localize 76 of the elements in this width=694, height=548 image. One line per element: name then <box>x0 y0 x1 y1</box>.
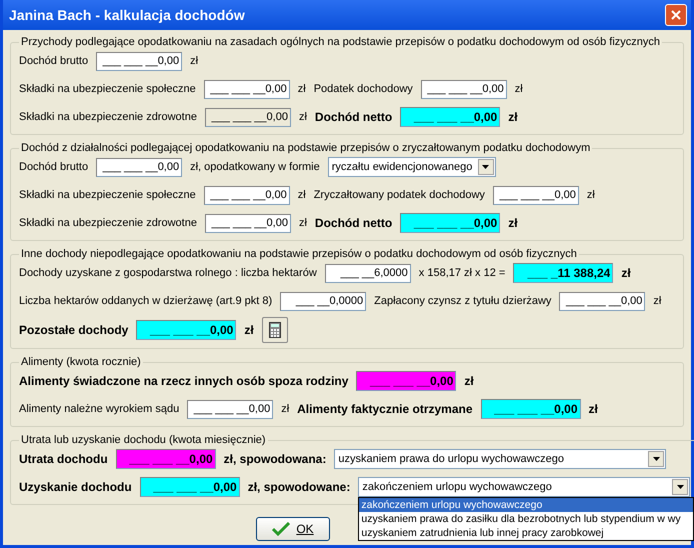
amount-field[interactable]: ___ ___ __0,00 <box>136 320 236 340</box>
field-label: Alimenty faktycznie otrzymane <box>297 402 473 416</box>
amount-field[interactable]: ___ ___ __0,00 <box>204 214 291 232</box>
amount-field[interactable]: ___ ___ __0,00 <box>140 477 240 497</box>
ok-button[interactable]: OK <box>256 517 330 541</box>
field-label: Alimenty należne wyrokiem sądu <box>19 403 180 415</box>
field-label: Utrata dochodu <box>19 452 108 466</box>
field-label: zł <box>298 83 306 95</box>
field-label: zł <box>244 323 254 337</box>
close-button[interactable] <box>665 4 687 26</box>
field-label: Dochody uzyskane z gospodarstwa rolnego : liczba hektarów <box>19 267 317 279</box>
field-label: Uzyskanie dochodu <box>19 480 132 494</box>
field-label: zł <box>190 55 198 67</box>
group-title: Alimenty (kwota rocznie) <box>20 356 142 368</box>
amount-field[interactable]: ___ ___ __0,00 <box>96 158 182 176</box>
dropdown-option[interactable]: zakończeniem urlopu wychowawczego <box>359 498 694 512</box>
group-title: Dochód z działalności podlegającej opodatkowaniu na podstawie przepisów o zryczałtowanym podatku dochodowym <box>20 142 592 154</box>
field-label: Zryczałtowany podatek dochodowy <box>314 189 485 201</box>
field-label: Alimenty świadczone na rzecz innych osób spoza rodziny <box>19 374 348 388</box>
field-label: zł <box>298 189 306 201</box>
caret-icon <box>652 457 660 461</box>
field-label: zł <box>281 403 290 415</box>
dropdown[interactable]: ryczałtu ewidencjonowanego <box>328 157 496 177</box>
group-title: Przychody podlegające opodatkowaniu na zasadach ogólnych na podstawie przepisów o podatku dochodowym od osób fizycznych <box>20 36 662 48</box>
field-label: Dochód brutto <box>19 161 88 173</box>
amount-field[interactable]: ___ __0,0000 <box>280 292 366 310</box>
amount-field[interactable]: ___ ___ __0,00 <box>480 399 581 419</box>
field-label: zł, spowodowane: <box>248 480 350 494</box>
close-icon <box>671 10 681 20</box>
field-label: zł, spowodowana: <box>224 452 326 466</box>
field-label: Dochód netto <box>314 216 392 230</box>
field-label: zł <box>298 217 307 229</box>
amount-field[interactable]: ___ ___ __0,00 <box>420 80 507 98</box>
field-label: Zapłacony czynsz z tytułu dzierżawy <box>374 295 552 307</box>
amount-field[interactable]: ___ ___ __0,00 <box>187 400 274 418</box>
field-label: Dochód netto <box>314 110 392 124</box>
field-label: zł <box>514 83 523 95</box>
field-label: zł <box>464 374 474 388</box>
field-label: Dochód brutto <box>19 55 88 67</box>
calculator-button[interactable] <box>262 317 288 343</box>
field-label: Pozostałe dochody <box>19 323 128 337</box>
field-label: zł <box>298 111 307 123</box>
amount-field[interactable]: ___ ___ __0,00 <box>116 449 216 469</box>
field-label: zł <box>588 402 598 416</box>
amount-field[interactable]: ___ ___ __0,00 <box>400 107 500 127</box>
amount-field[interactable]: ___ ___ __0,00 <box>492 186 579 204</box>
caret-icon <box>482 165 490 169</box>
field-label: x 158,17 zł x 12 = <box>418 267 506 279</box>
checkmark-icon <box>272 522 290 536</box>
dropdown[interactable]: uzyskaniem prawa do urlopu wychowawczego <box>334 449 666 469</box>
window-title: Janina Bach - kalkulacja dochodów <box>9 7 245 23</box>
field-label: Składki na ubezpieczenie społeczne <box>19 189 196 201</box>
amount-field[interactable]: ___ ___ __0,00 <box>400 213 500 233</box>
amount-field[interactable]: ___ ___ __0,00 <box>96 52 182 70</box>
amount-field[interactable]: ___ __6,0000 <box>324 264 411 282</box>
caret-icon <box>676 485 684 489</box>
amount-field[interactable]: ___ ___ __0,00 <box>204 80 290 98</box>
field-label: zł <box>621 266 631 280</box>
amount-field[interactable]: ___ ___ __0,00 <box>204 186 290 204</box>
field-label: zł <box>508 110 518 124</box>
amount-field[interactable]: ___ ___ __0,00 <box>204 108 291 126</box>
field-label: zł, opodatkowany w formie <box>190 161 320 173</box>
amount-field[interactable]: ___ ___ __0,00 <box>559 292 646 310</box>
amount-field[interactable]: ___ _11 388,24 <box>513 263 614 283</box>
calculator-icon <box>268 322 281 338</box>
field-label: Liczba hektarów oddanych w dzierżawę (art.9 pkt 8) <box>19 295 272 307</box>
group-title: Inne dochody niepodlegające opodatkowaniu na podstawie przepisów o podatku dochodowym od osób fizycznych <box>20 248 578 260</box>
field-label: zł <box>653 295 662 307</box>
field-label: Składki na ubezpieczenie zdrowotne <box>19 111 197 123</box>
field-label: zł <box>508 216 518 230</box>
field-label: Podatek dochodowy <box>314 83 413 95</box>
field-label: Składki na ubezpieczenie zdrowotne <box>19 217 197 229</box>
field-label: zł <box>586 189 595 201</box>
amount-field[interactable]: ___ ___ __0,00 <box>356 371 456 391</box>
field-label: Składki na ubezpieczenie społeczne <box>19 83 196 95</box>
group-title: Utrata lub uzyskanie dochodu (kwota miesięcznie) <box>20 434 267 446</box>
